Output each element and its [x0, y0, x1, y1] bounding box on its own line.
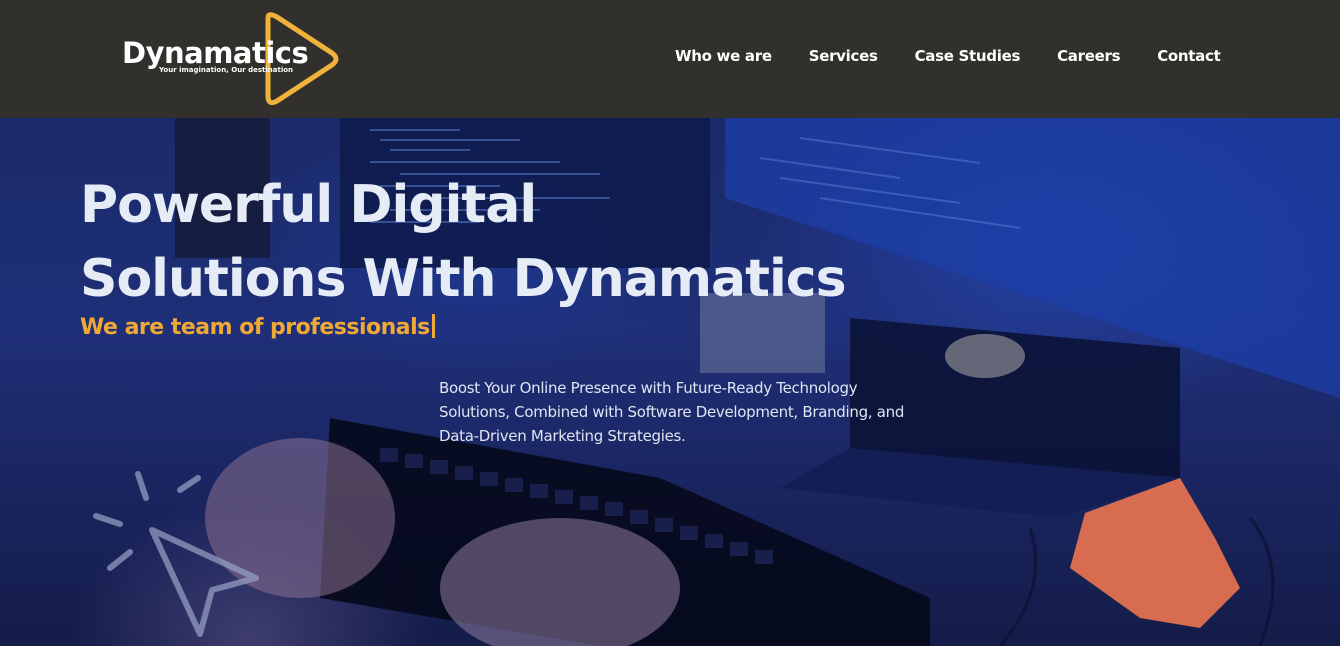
nav-services[interactable]: Services [809, 47, 878, 69]
logo-tagline: Your imagination, Our destination [159, 66, 294, 74]
site-header: Dynamatics Your imagination, Our destina… [0, 0, 1340, 118]
hero-title-line1: Powerful Digital [80, 175, 537, 235]
hero-subtitle-text: We are team of professionals [80, 315, 430, 340]
hero-title: Powerful Digital Solutions With Dynamati… [80, 168, 980, 316]
hero-description: Boost Your Online Presence with Future-R… [439, 379, 905, 445]
nav-who-we-are[interactable]: Who we are [675, 47, 772, 69]
cursor-click-icon [93, 471, 259, 637]
hero-subtitle: We are team of professionals [80, 314, 435, 340]
nav-case-studies[interactable]: Case Studies [915, 47, 1021, 69]
main-nav: Who we are Services Case Studies Careers… [675, 47, 1221, 69]
brand-logo[interactable]: Dynamatics Your imagination, Our destina… [122, 10, 342, 108]
nav-careers[interactable]: Careers [1057, 47, 1120, 69]
nav-contact[interactable]: Contact [1157, 47, 1221, 69]
typing-cursor [431, 314, 435, 338]
hero-section: Powerful Digital Solutions With Dynamati… [0, 118, 1340, 646]
hero-title-line2: Solutions With Dynamatics [80, 249, 847, 309]
logo-wordmark: Dynamatics [122, 36, 309, 70]
